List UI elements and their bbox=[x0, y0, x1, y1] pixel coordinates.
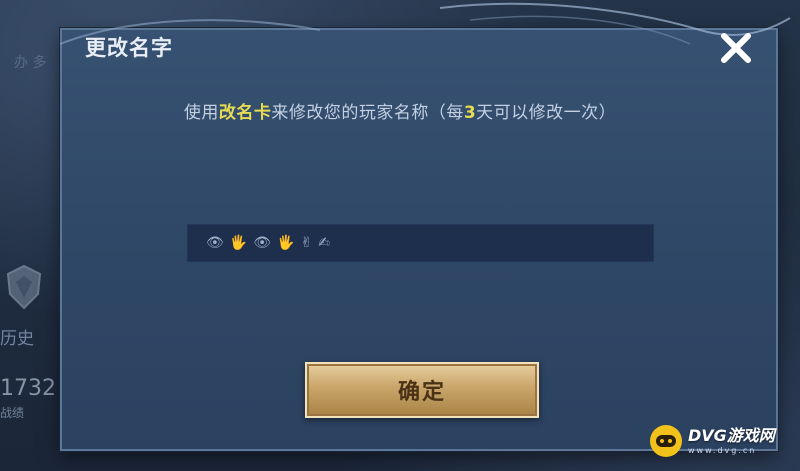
dialog-title: 更改名字 bbox=[85, 36, 173, 60]
name-glyph-3: 🖐 bbox=[277, 235, 295, 251]
watermark: DVG游戏网 www.dvg.cn bbox=[650, 425, 775, 457]
rank-emblem-icon bbox=[6, 264, 42, 310]
name-glyph-1: 🖐 bbox=[229, 235, 248, 251]
background-history-label: 历史 bbox=[0, 329, 34, 349]
name-glyph-0: 👁 bbox=[206, 235, 224, 251]
name-glyph-2: 👁 bbox=[253, 235, 271, 251]
confirm-label: 确定 bbox=[397, 380, 446, 405]
instruction-part3: 天可以修改一次） bbox=[476, 103, 617, 123]
name-glyph-4: ✌ bbox=[300, 235, 313, 251]
background-number: 1732 bbox=[0, 376, 56, 401]
watermark-url: www.dvg.cn bbox=[688, 445, 757, 455]
instruction-part2: 来修改您的玩家名称（每 bbox=[271, 103, 464, 123]
gamepad-icon bbox=[650, 425, 682, 457]
instruction-part1: 使用 bbox=[183, 103, 219, 123]
close-icon bbox=[721, 33, 751, 63]
instruction-text: 使用改名卡来修改您的玩家名称（每3天可以修改一次） bbox=[0, 98, 800, 123]
name-glyph-5: ✍ bbox=[318, 235, 330, 251]
close-button[interactable] bbox=[716, 28, 756, 68]
rename-card-highlight: 改名卡 bbox=[218, 103, 272, 123]
background-sub-label: 战绩 bbox=[0, 406, 25, 420]
name-input[interactable]: 👁 🖐 👁 🖐 ✌ ✍ bbox=[187, 224, 654, 262]
days-highlight: 3 bbox=[463, 103, 477, 123]
watermark-brand: DVG游戏网 bbox=[688, 425, 775, 445]
background-top-text: 办 多 bbox=[14, 55, 47, 71]
confirm-button[interactable]: 确定 bbox=[305, 362, 539, 418]
